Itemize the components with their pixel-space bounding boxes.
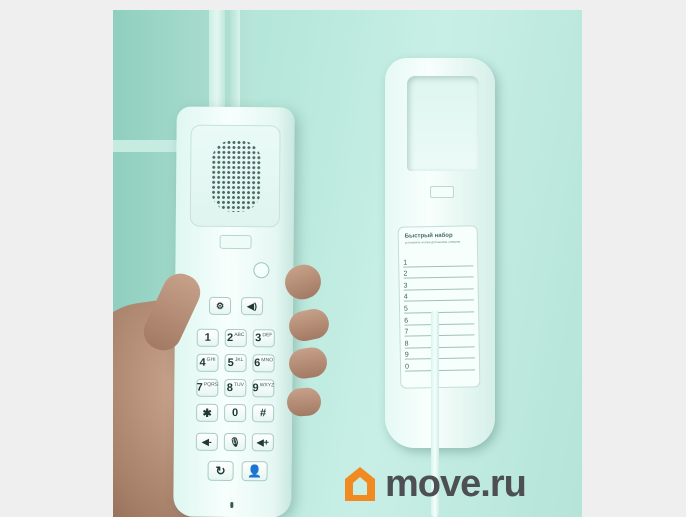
- cradle-recess: [407, 76, 479, 171]
- key-8-label: 8: [226, 381, 233, 394]
- mute-icon[interactable]: 🎙: [223, 432, 246, 452]
- key-2-label: 2: [227, 331, 234, 344]
- speed-dial-title: Быстрый набор: [404, 232, 453, 240]
- speed-dial-lines: 1 2 3 4 5 6 7 8 9 0: [403, 254, 476, 372]
- speaker-icon[interactable]: ◀): [240, 297, 264, 316]
- key-6[interactable]: 6 MNO: [252, 354, 275, 373]
- speaker-grille: [210, 139, 262, 213]
- key-11[interactable]: 0: [224, 403, 247, 423]
- redial-settings-icon-label: ⚙: [215, 300, 225, 311]
- key-10-label: ✱: [202, 407, 212, 420]
- status-led: [253, 262, 270, 279]
- speed-dial-line: 0: [404, 358, 476, 372]
- key-10[interactable]: ✱: [196, 403, 219, 422]
- speed-dial-number: 3: [403, 282, 408, 290]
- key-8-letters: TUV: [233, 382, 244, 389]
- key-3[interactable]: 3 DEF: [252, 329, 275, 348]
- key-12[interactable]: #: [252, 404, 275, 423]
- speed-dial-number: 2: [403, 270, 408, 278]
- key-9[interactable]: 9 WXYZ: [252, 379, 275, 398]
- key-1-label: 1: [204, 331, 211, 344]
- redial-settings-icon[interactable]: ⚙: [208, 296, 232, 315]
- key-4[interactable]: 4 GHI: [196, 353, 219, 372]
- key-3-letters: DEF: [262, 332, 273, 339]
- microphone: [230, 501, 234, 509]
- volume-up-icon-label: ◀+: [256, 436, 270, 447]
- redial-icon[interactable]: ↻: [207, 460, 234, 482]
- earpiece: [189, 124, 281, 228]
- speed-dial-number: 5: [403, 305, 408, 313]
- key-6-label: 6: [254, 357, 261, 370]
- contact-icon-label: 👤: [247, 464, 263, 479]
- key-1[interactable]: 1: [196, 328, 219, 347]
- key-9-letters: WXYZ: [259, 382, 275, 389]
- key-6-letters: MNO: [261, 357, 273, 364]
- speed-dial-number: 9: [404, 351, 409, 359]
- speed-dial-number: 0: [404, 363, 410, 371]
- key-7-label: 7: [196, 381, 203, 394]
- redial-icon-label: ↻: [215, 463, 226, 478]
- speed-dial-card: Быстрый набор установите кнопки для вызо…: [397, 225, 481, 389]
- key-4-label: 4: [199, 356, 206, 369]
- key-5-letters: JKL: [234, 357, 244, 364]
- volume-down-icon-label: ◀-: [201, 436, 212, 447]
- speed-dial-number: 8: [404, 340, 409, 348]
- key-11-label: 0: [232, 406, 239, 420]
- key-5-label: 5: [227, 356, 234, 369]
- key-3-label: 3: [255, 332, 262, 345]
- hook-switch: [430, 186, 454, 198]
- volume-up-icon[interactable]: ◀+: [251, 433, 274, 452]
- speed-dial-subtitle: установите кнопки для вызова номеров: [404, 239, 461, 245]
- speed-dial-number: 7: [404, 328, 409, 336]
- photo: Быстрый набор установите кнопки для вызо…: [113, 10, 582, 517]
- wall-cradle: Быстрый набор установите кнопки для вызо…: [385, 58, 495, 448]
- contact-icon[interactable]: 👤: [241, 461, 268, 482]
- house-icon: [345, 467, 375, 501]
- handset-clip: [219, 234, 252, 250]
- key-9-label: 9: [252, 382, 259, 395]
- key-7[interactable]: 7 PQRS: [196, 378, 219, 397]
- key-2-letters: ABC: [234, 332, 245, 339]
- key-7-letters: PQRS: [203, 381, 219, 388]
- speaker-icon-label: ◀): [247, 300, 258, 311]
- key-8[interactable]: 8 TUV: [224, 378, 247, 398]
- key-4-letters: GHI: [206, 356, 216, 363]
- speed-dial-number: 4: [403, 293, 408, 301]
- key-12-label: #: [260, 407, 267, 420]
- speed-dial-number: 1: [403, 259, 408, 267]
- mute-icon-label: 🎙: [229, 436, 241, 447]
- volume-down-icon[interactable]: ◀-: [195, 432, 218, 451]
- key-5[interactable]: 5 JKL: [224, 353, 247, 373]
- key-2[interactable]: 2 ABC: [224, 328, 247, 348]
- logo-text: move.ru: [385, 463, 527, 505]
- move-ru-logo: move.ru: [343, 463, 527, 505]
- speed-dial-number: 6: [404, 317, 409, 325]
